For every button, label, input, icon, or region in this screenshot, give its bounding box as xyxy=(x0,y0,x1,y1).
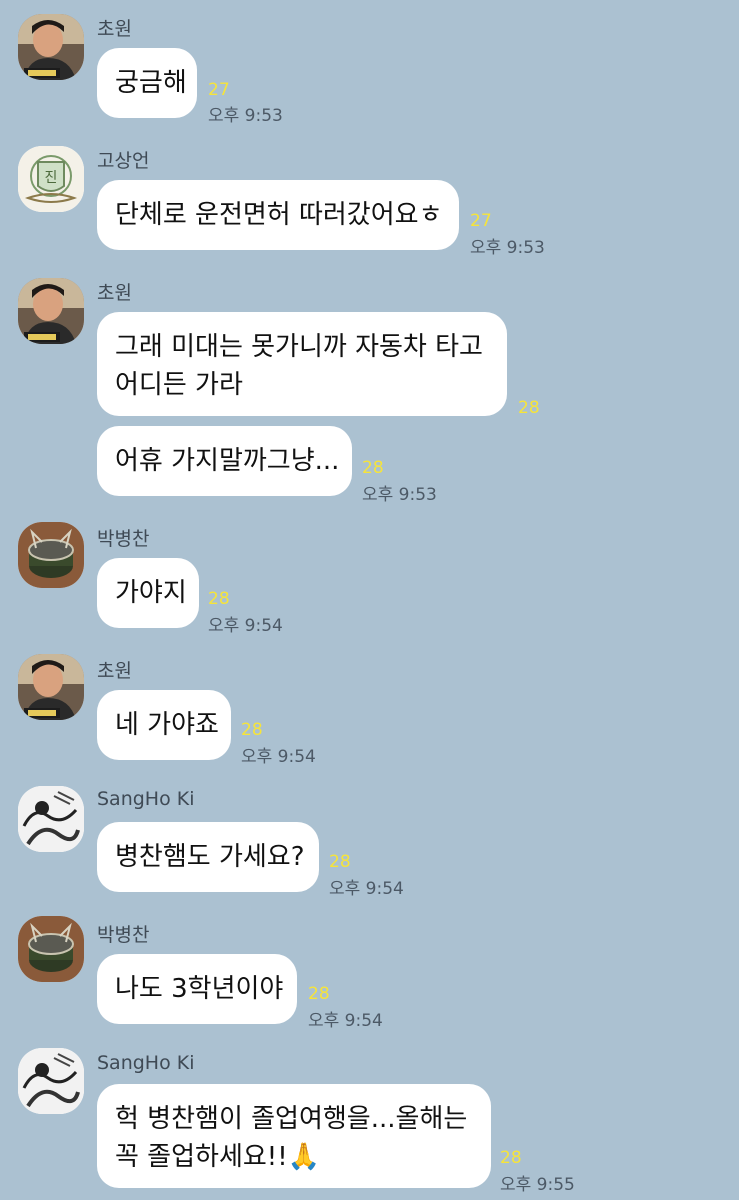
message-bubble[interactable]: 네 가야죠 xyxy=(97,690,231,760)
unread-count: 28 xyxy=(208,589,230,609)
message-time: 오후 9:54 xyxy=(329,879,404,899)
unread-count: 28 xyxy=(241,720,263,740)
message-line: 그래 미대는 못가니까 자동차 타고 xyxy=(115,332,483,362)
sender-name: 초원 xyxy=(97,660,132,682)
message-bubble[interactable]: 가야지 xyxy=(97,558,199,628)
message-time: 오후 9:53 xyxy=(208,106,283,126)
message-bubble[interactable]: 그래 미대는 못가니까 자동차 타고 어디든 가라 xyxy=(97,312,507,416)
message-bubble[interactable]: 나도 3학년이야 xyxy=(97,954,297,1024)
unread-count: 28 xyxy=(500,1148,522,1168)
message-time: 오후 9:54 xyxy=(308,1011,383,1031)
message-time: 오후 9:55 xyxy=(500,1175,575,1195)
unread-count: 28 xyxy=(362,458,384,478)
message-line: 꼭 졸업하세요!!🙏 xyxy=(115,1142,321,1172)
unread-count: 28 xyxy=(308,984,330,1004)
metal-object-icon xyxy=(18,916,84,982)
message-time: 오후 9:54 xyxy=(208,616,283,636)
sender-name: 박병찬 xyxy=(97,924,150,946)
avatar-choweon[interactable] xyxy=(18,14,84,80)
avatar-sangho[interactable] xyxy=(18,1048,84,1114)
sender-name: SangHo Ki xyxy=(97,1052,195,1074)
sender-name: 고상언 xyxy=(97,150,150,172)
avatar-parkbyeongchan[interactable] xyxy=(18,916,84,982)
sender-name: 초원 xyxy=(97,18,132,40)
person-photo-icon xyxy=(18,654,84,720)
message-time: 오후 9:53 xyxy=(470,238,545,258)
avatar-parkbyeongchan[interactable] xyxy=(18,522,84,588)
message-bubble[interactable]: 헉 병찬햄이 졸업여행을...올해는 꼭 졸업하세요!!🙏 xyxy=(97,1084,491,1188)
message-bubble[interactable]: 단체로 운전면허 따러갔어요ㅎ xyxy=(97,180,459,250)
avatar-choweon[interactable] xyxy=(18,654,84,720)
message-line: 헉 병찬햄이 졸업여행을...올해는 xyxy=(115,1104,468,1134)
sender-name: 초원 xyxy=(97,282,132,304)
unread-count: 27 xyxy=(208,80,230,100)
message-line: 어디든 가라 xyxy=(115,370,243,400)
message-bubble[interactable]: 궁금해 xyxy=(97,48,197,118)
metal-object-icon xyxy=(18,522,84,588)
unread-count: 28 xyxy=(329,852,351,872)
avatar-gosangeon[interactable]: 진 xyxy=(18,146,84,212)
person-photo-icon xyxy=(18,14,84,80)
avatar-choweon[interactable] xyxy=(18,278,84,344)
sender-name: SangHo Ki xyxy=(97,788,195,810)
sketch-art-icon xyxy=(18,1048,84,1114)
svg-text:진: 진 xyxy=(45,170,58,186)
sender-name: 박병찬 xyxy=(97,528,150,550)
avatar-sangho[interactable] xyxy=(18,786,84,852)
message-time: 오후 9:54 xyxy=(241,747,316,767)
person-photo-icon xyxy=(18,278,84,344)
unread-count: 27 xyxy=(470,211,492,231)
unread-count: 28 xyxy=(518,398,540,418)
message-time: 오후 9:53 xyxy=(362,485,437,505)
message-bubble[interactable]: 병찬햄도 가세요? xyxy=(97,822,319,892)
message-bubble[interactable]: 어휴 가지말까그냥... xyxy=(97,426,352,496)
sketch-art-icon xyxy=(18,786,84,852)
emblem-icon: 진 xyxy=(18,146,84,212)
